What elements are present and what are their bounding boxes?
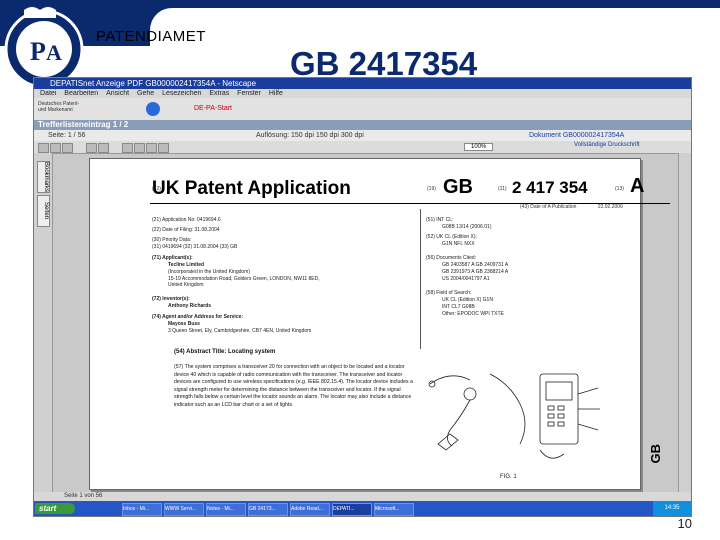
document-id: Dokument GB000002417354A	[529, 132, 625, 139]
country-code: GB	[443, 176, 473, 198]
resolution-selector[interactable]: Auflösung: 150 dpi 150 dpi 300 dpi	[256, 130, 364, 141]
menu-item[interactable]: Hilfe	[269, 90, 283, 97]
publication-number: 2 417 354	[512, 178, 588, 197]
locator-device-drawing	[539, 373, 600, 459]
prev-page-icon[interactable]	[134, 143, 145, 153]
brand-name: PATENDIAMET	[96, 28, 206, 45]
slide-page-number: 10	[677, 516, 692, 531]
biblio-field: Tecline Limited	[168, 262, 205, 268]
zoom-tool-icon[interactable]	[98, 143, 109, 153]
menu-item[interactable]: Lesezeichen	[162, 90, 201, 97]
kind-code: A	[630, 175, 645, 197]
result-list-bar: Trefferlisteneintrag 1 / 2	[34, 120, 691, 130]
menu-bar: Datei Bearbeiten Ansicht Gehe Lesezeiche…	[34, 89, 691, 98]
first-page-icon[interactable]	[122, 143, 133, 153]
taskbar-item-active[interactable]: DEPATI...	[332, 503, 372, 516]
save-icon[interactable]	[38, 143, 49, 153]
taskbar-item[interactable]: GB 24173...	[248, 503, 288, 516]
biblio-field: G1N NFL NXX	[442, 241, 475, 247]
figure-caption: FIG. 1	[500, 474, 517, 480]
full-text-link[interactable]: Vollständige Druckschrift	[574, 142, 640, 148]
biblio-field: Other: EPODOC WPI TXTE	[442, 311, 504, 317]
windows-taskbar: start Inbox - Mi... WWW Servi... Notes -…	[34, 501, 691, 516]
slide-header-curve	[150, 8, 720, 48]
biblio-field: (51) INT CL:	[426, 217, 454, 223]
search-icon[interactable]	[62, 143, 73, 153]
taskbar-item[interactable]: Microsoft...	[374, 503, 414, 516]
menu-item[interactable]: Gehe	[137, 90, 154, 97]
side-country-label: GB	[648, 444, 663, 464]
zoom-field[interactable]: 100%	[464, 143, 494, 151]
taskbar-item[interactable]: Notes - Mi...	[206, 503, 246, 516]
navigation-panel-tabs: Bookmarks Seiten	[34, 153, 53, 498]
biblio-field: (30) Priority Data:	[152, 237, 192, 243]
vertical-scrollbar[interactable]	[678, 153, 691, 498]
biblio-field: (Incorporated in the United Kingdom)	[168, 269, 250, 275]
biblio-field: (72) Inventor(s):	[152, 296, 190, 302]
patent-document-page: (12) UK Patent Application (19) GB (11) …	[89, 158, 670, 490]
bookmarks-tab[interactable]: Bookmarks	[37, 161, 50, 193]
biblio-field: G08B 13/14 (2006.01)	[442, 224, 492, 230]
column-divider	[420, 209, 421, 349]
pdf-toolbar: 100% Vollständige Druckschrift	[34, 141, 691, 154]
menu-item[interactable]: Ansicht	[106, 90, 129, 97]
patent-figure: FIG. 1	[428, 373, 600, 480]
biblio-field: GB 2403587 A GB 2409731 A	[442, 262, 509, 268]
biblio-field: UK CL (Edition X) G1N	[442, 297, 493, 303]
biblio-field: 15-19 Accommodation Road, Golders Green,…	[168, 276, 320, 288]
field-code: (11)	[498, 186, 507, 192]
field-code: (13)	[615, 186, 624, 192]
status-bar: Seite 1 von 56	[34, 492, 691, 501]
publication-date-value: 22.02.2006	[597, 204, 623, 210]
window-title-bar: DEPATISnet Anzeige PDF GB000002417354A -…	[34, 78, 691, 89]
taskbar-clock: 14:35	[653, 501, 691, 516]
result-list-label: Trefferlisteneintrag 1 / 2	[38, 120, 129, 129]
menu-item[interactable]: Bearbeiten	[64, 90, 98, 97]
document-type-title: UK Patent Application	[152, 178, 351, 199]
taskbar-item[interactable]: WWW Servi...	[164, 503, 204, 516]
start-link[interactable]: DE-PA-Start	[194, 105, 232, 112]
biblio-field: 3 Queen Street, Ely, Cambridgeshire, CB7…	[168, 328, 312, 334]
publication-date-label: (43) Date of A Publication	[520, 204, 577, 210]
last-page-icon[interactable]	[158, 143, 169, 153]
biblio-field: (52) UK CL (Edition X):	[426, 234, 477, 240]
biblio-field: GB 2391973 A GB 2388214 A	[442, 269, 509, 275]
page-info: Seite: 1 / 56	[48, 132, 86, 139]
hand-tool-icon[interactable]	[86, 143, 97, 153]
biblio-field: INT CL7 G08B	[442, 304, 475, 310]
start-button[interactable]: start	[35, 503, 75, 514]
biblio-field: (21) Application No: 0419694.6	[152, 217, 221, 223]
publication-date: (43) Date of A Publication 22.02.2006	[520, 204, 623, 210]
taskbar-item[interactable]: Inbox - Mi...	[122, 503, 162, 516]
next-page-icon[interactable]	[146, 143, 157, 153]
site-header: Deutsches Patent- und Markenamt DE-PA-St…	[34, 98, 691, 121]
status-text: Seite 1 von 56	[64, 493, 103, 499]
dpma-logo: Deutsches Patent- und Markenamt	[38, 101, 80, 113]
biblio-field: (58) Field of Search:	[426, 290, 472, 296]
biblio-field: (74) Agent and/or Address for Service:	[152, 314, 244, 320]
abstract-text: (57) The system comprises a transceiver …	[174, 364, 413, 408]
field-code: (19)	[427, 186, 436, 192]
biblio-field: (31) 0419694 (32) 31.08.2004 (33) GB	[152, 244, 238, 250]
svg-text:P: P	[30, 37, 46, 66]
print-icon[interactable]	[50, 143, 61, 153]
menu-item[interactable]: Datei	[40, 90, 56, 97]
biblio-field: Mayoss Buss	[168, 321, 200, 327]
biblio-field: Anthony Richards	[168, 303, 212, 309]
biblio-field: (22) Date of Filing: 31.08.2004	[152, 227, 220, 233]
transceiver-drawing	[428, 373, 526, 451]
browser-screenshot: DEPATISnet Anzeige PDF GB000002417354A -…	[33, 77, 692, 517]
biblio-field: US 2004/0041797 A1	[442, 276, 490, 282]
menu-item[interactable]: Extras	[209, 90, 229, 97]
menu-item[interactable]: Fenster	[237, 90, 261, 97]
abstract-title: (54) Abstract Title: Locating system	[174, 349, 276, 355]
biblio-field: (56) Documents Cited:	[426, 255, 477, 261]
pages-tab[interactable]: Seiten	[37, 195, 50, 227]
taskbar-item[interactable]: Adobe Read...	[290, 503, 330, 516]
svg-text:A: A	[46, 40, 62, 65]
biblio-field: (71) Applicant(s):	[152, 255, 193, 261]
dpma-badge-icon	[146, 102, 160, 116]
